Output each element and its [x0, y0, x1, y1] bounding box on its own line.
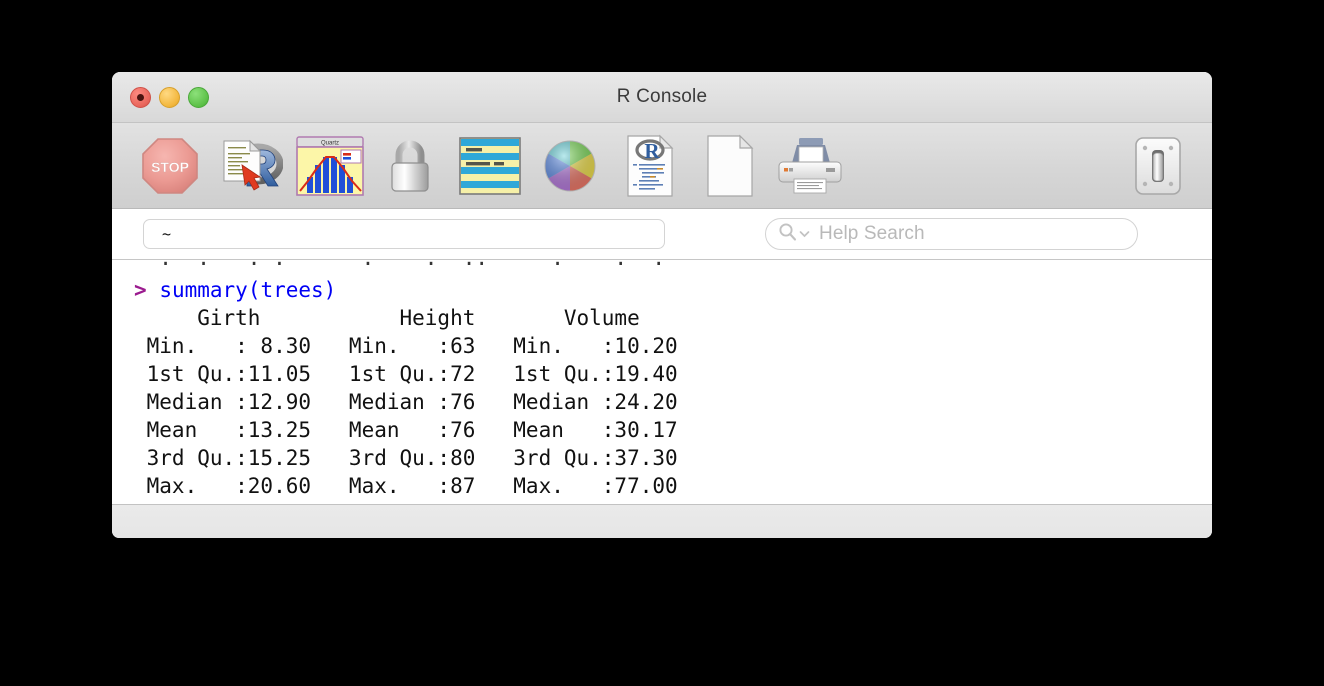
summary-row: 1st Qu.:11.05 1st Qu.:72 1st Qu.:19.40	[134, 362, 703, 386]
console-clipped-line: . . . . . . .. . . .	[134, 260, 665, 270]
lock-button[interactable]	[370, 129, 450, 203]
toolbar-toggle-button[interactable]	[1118, 129, 1198, 203]
workspace-browser-icon	[459, 136, 521, 195]
light-switch-icon	[1135, 136, 1181, 195]
source-file-button[interactable]	[210, 129, 290, 203]
summary-header-row: Girth Height Volume	[134, 306, 691, 330]
help-search-field[interactable]: Help Search	[765, 218, 1138, 250]
help-search-placeholder: Help Search	[819, 223, 925, 244]
lock-icon	[391, 140, 429, 192]
summary-row: Min. : 8.30 Min. :63 Min. :10.20	[134, 334, 703, 358]
console-command-line: > summary(trees)	[134, 276, 1212, 304]
svg-text:Quartz: Quartz	[321, 140, 339, 146]
window-title: R Console	[616, 86, 708, 107]
color-wheel-icon	[544, 140, 596, 191]
summary-row: Mean :13.25 Mean :76 Mean :30.17	[134, 418, 703, 442]
print-button[interactable]	[770, 129, 850, 203]
summary-output-block: Girth Height Volume Min. : 8.30 Min. :63…	[134, 304, 1212, 500]
chevron-down-icon[interactable]	[799, 225, 810, 243]
summary-row: Median :12.90 Median :76 Median :24.20	[134, 390, 703, 414]
toolbar-buttons: STOP Quartz R	[130, 123, 850, 208]
svg-text:R: R	[644, 139, 660, 163]
window-titlebar[interactable]: R Console	[112, 72, 1212, 123]
blank-document-icon	[707, 134, 754, 197]
console-command-text: summary(trees)	[159, 278, 337, 302]
summary-row: Max. :20.60 Max. :87 Max. :77.00	[134, 474, 703, 498]
window-status-bar	[112, 504, 1212, 538]
stop-button[interactable]: STOP	[130, 129, 210, 203]
screen: R Console STOP Quartz R ~ Help Search > …	[0, 0, 1324, 686]
source-r-file-icon	[223, 139, 283, 191]
working-directory-field[interactable]: ~	[143, 219, 665, 249]
printer-icon	[778, 137, 842, 193]
r-console-window: R Console STOP Quartz R ~ Help Search > …	[112, 72, 1212, 538]
quartz-plot-icon: Quartz	[296, 135, 364, 196]
colors-button[interactable]	[530, 129, 610, 203]
stop-icon: STOP	[142, 137, 198, 194]
svg-text:STOP: STOP	[151, 159, 189, 175]
toolbar: STOP Quartz R	[112, 123, 1212, 209]
r-document-icon: R	[627, 134, 674, 197]
toolbar-right-group	[1118, 123, 1198, 208]
summary-row: 3rd Qu.:15.25 3rd Qu.:80 3rd Qu.:37.30	[134, 446, 703, 470]
location-search-bar: ~ Help Search	[112, 209, 1212, 260]
search-icon	[778, 222, 797, 246]
quartz-button[interactable]: Quartz	[290, 129, 370, 203]
r-document-button[interactable]: R	[610, 129, 690, 203]
console-output-area[interactable]: . . . . . . .. . . . > summary(trees) Gi…	[112, 260, 1212, 507]
new-document-button[interactable]	[690, 129, 770, 203]
console-prompt: >	[134, 278, 147, 302]
workspace-button[interactable]	[450, 129, 530, 203]
